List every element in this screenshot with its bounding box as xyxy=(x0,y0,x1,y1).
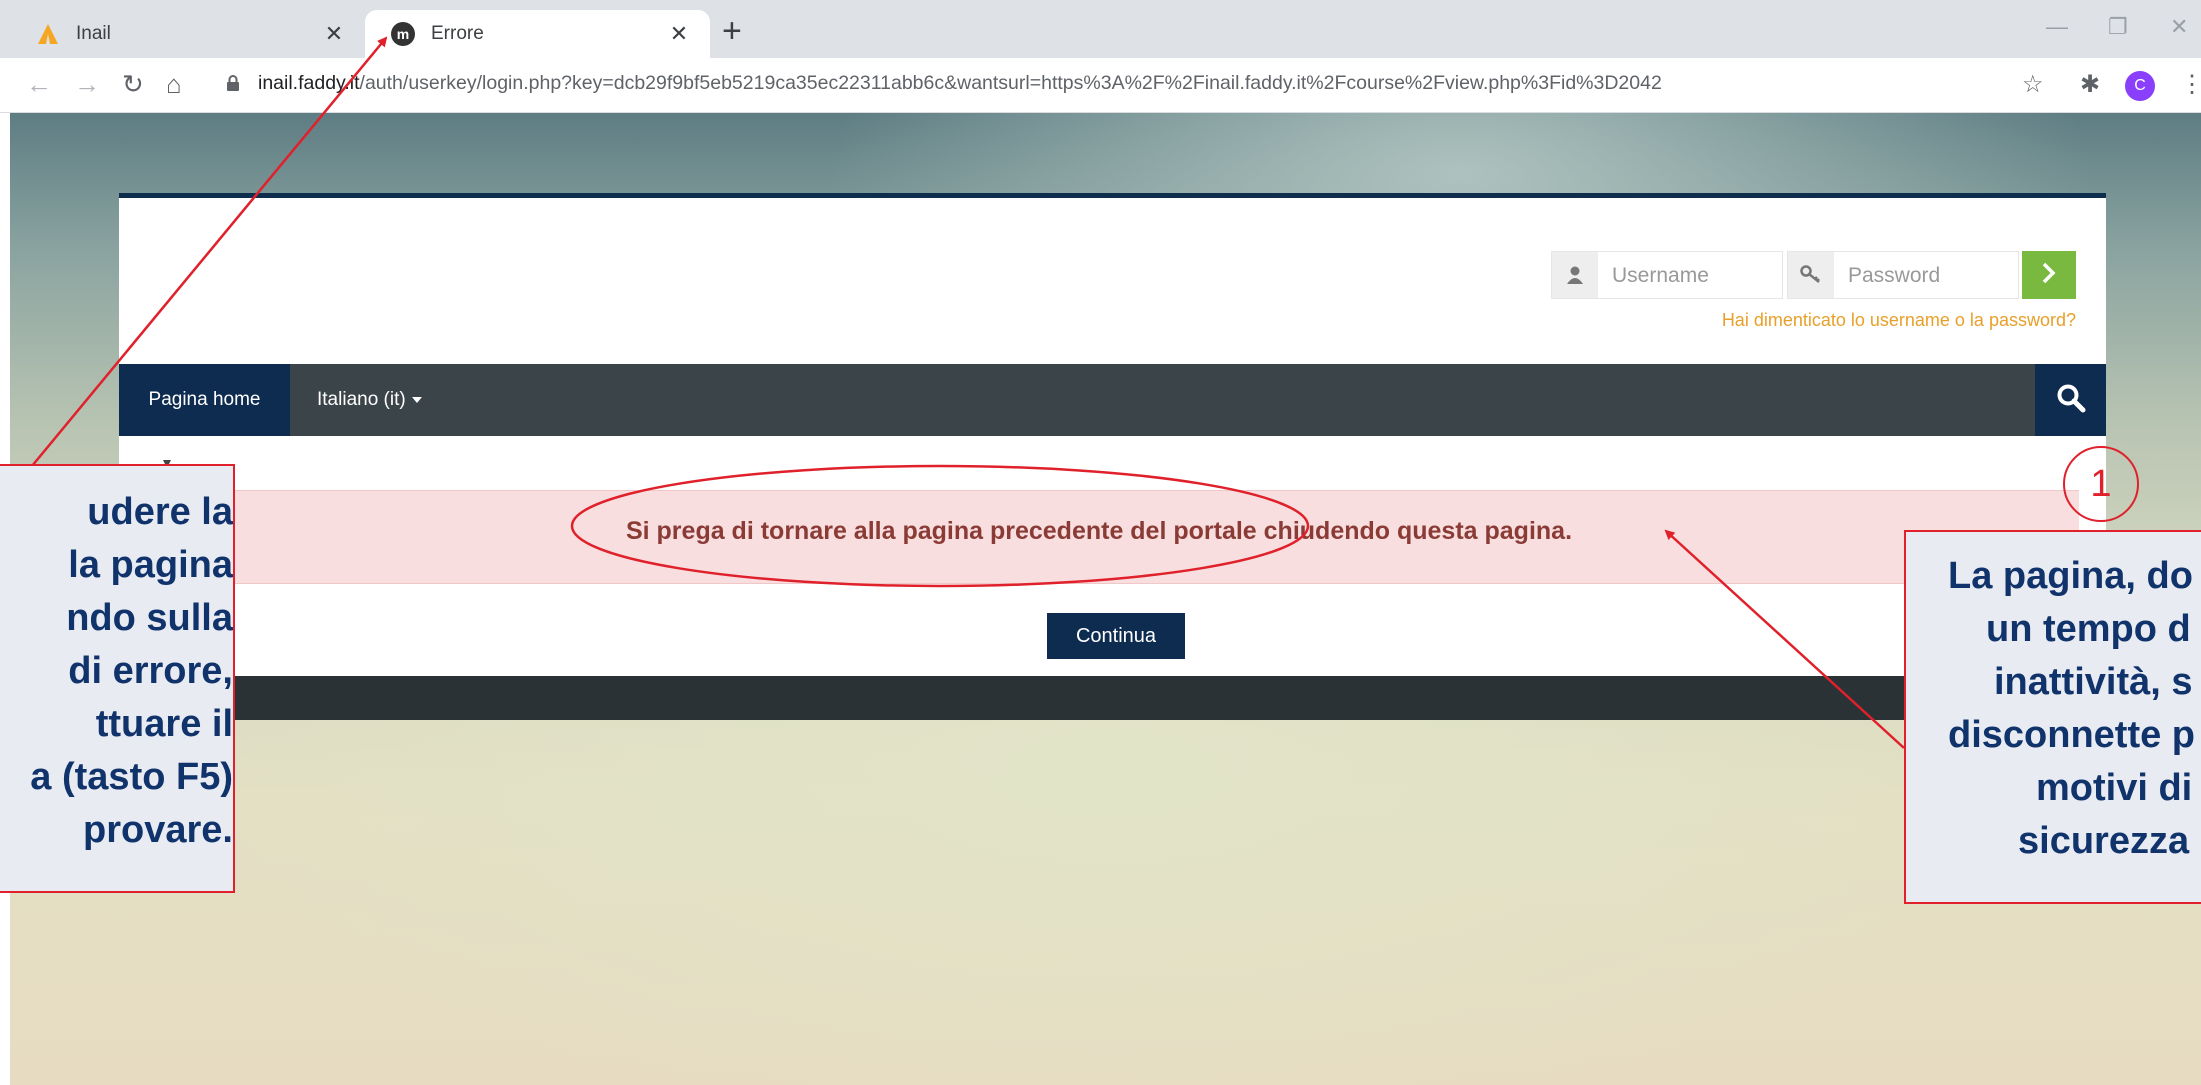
annotation-callout-right: La pagina, do un tempo d inattività, s d… xyxy=(1904,530,2201,904)
callout-line: ndo sulla xyxy=(66,597,233,639)
arrow-to-tab xyxy=(31,36,388,467)
arrow-to-message xyxy=(1664,529,1905,749)
callout-line: udere la xyxy=(87,491,233,533)
callout-line: ttuare il xyxy=(95,703,233,745)
callout-line: la pagina xyxy=(68,544,233,586)
callout-line: a (tasto F5) xyxy=(30,756,233,798)
callout-line: La pagina, do xyxy=(1948,555,2193,597)
callout-line: un tempo d xyxy=(1986,608,2191,650)
highlight-ellipse xyxy=(570,464,1310,588)
callout-line: disconnette p xyxy=(1948,714,2196,756)
callout-line: inattività, s xyxy=(1994,661,2193,703)
callout-line: motivi di xyxy=(2036,767,2193,809)
callout-line: di errore, xyxy=(68,650,233,692)
callout-line: provare. xyxy=(83,809,233,851)
annotation-callout-left: udere la la pagina ndo sulla di errore, … xyxy=(0,464,235,893)
annotation-overlay xyxy=(31,36,1905,749)
callout-line: sicurezza xyxy=(2018,820,2190,862)
step-number-badge: 1 xyxy=(2063,446,2139,522)
